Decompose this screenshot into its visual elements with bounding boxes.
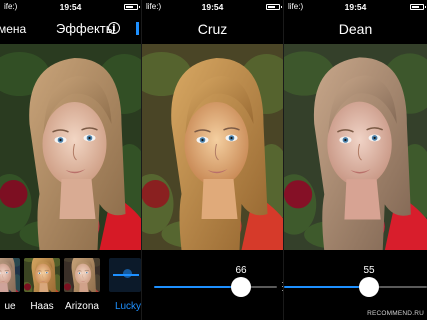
intensity-slider: 66 ··· [142,252,283,320]
panel-cruz: life:) 19:54 Cruz 66 ··· [142,0,283,320]
page-title: Cruz [197,21,228,37]
slider-track-filled[interactable] [284,286,369,288]
photo-preview [0,44,141,250]
status-bar: life:) 19:54 [284,0,427,14]
filter-label-haas[interactable]: Haas [20,301,64,312]
page-title: Эффекты [56,21,116,36]
slider-track-filled[interactable] [154,286,241,288]
cancel-button[interactable]: мена [0,22,26,36]
status-bar: life:) 19:54 [142,0,283,14]
filter-label-lucky[interactable]: Lucky [106,301,141,312]
next-button-partial[interactable] [136,22,139,35]
photo-preview [284,44,427,250]
watermark: RECOMMEND.RU [367,310,424,317]
filter-label-arizona[interactable]: Arizona [60,301,104,312]
battery-icon [124,4,140,10]
status-bar: ife:) 19:54 [0,0,141,14]
battery-icon [266,4,282,10]
filter-thumb-ue[interactable] [0,258,20,292]
filter-strip: ue Haas Arizona Lucky [0,252,141,320]
battery-icon [410,4,426,10]
panel-effects: ife:) 19:54 мена Эффекты i ue Haas Arizo… [0,0,141,320]
lucky-knob-icon [123,269,132,278]
page-title: Dean [338,21,373,37]
panel-dean: life:) 19:54 Dean 55 RECOMMEND.RU [284,0,427,320]
info-icon[interactable]: i [108,22,120,34]
clock: 19:54 [344,2,367,12]
slider-value: 66 [235,265,247,276]
filter-thumb-lucky[interactable] [109,258,141,292]
slider-knob[interactable] [231,277,251,297]
clock: 19:54 [59,2,82,12]
clock: 19:54 [201,2,224,12]
filter-thumb-haas[interactable] [24,258,60,292]
slider-knob[interactable] [359,277,379,297]
nav-bar: Dean [284,14,427,44]
nav-bar: мена Эффекты i [0,14,141,44]
filter-thumb-arizona[interactable] [64,258,100,292]
photo-preview [142,44,283,250]
nav-bar: Cruz [142,14,283,44]
slider-value: 55 [363,265,375,276]
